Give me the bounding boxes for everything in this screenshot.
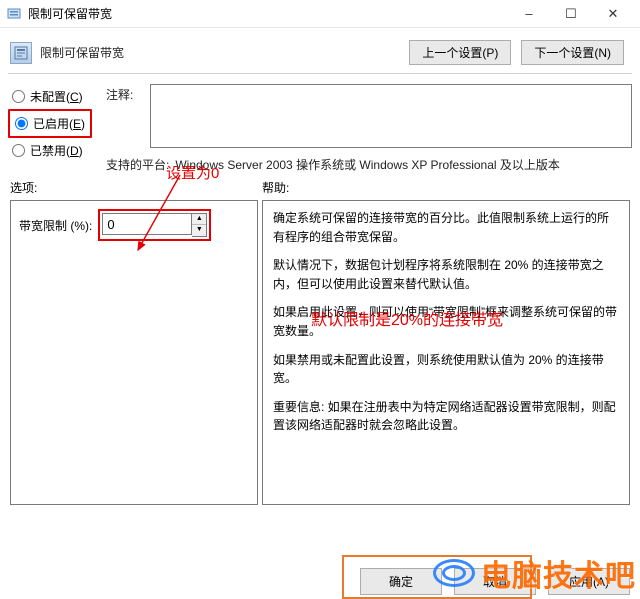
radio-not-configured[interactable]: 未配置(C) — [8, 84, 98, 109]
apply-button[interactable]: 应用(A) — [548, 568, 630, 595]
help-p1: 确定系统可保留的连接带宽的百分比。此值限制系统上运行的所有程序的组合带宽保留。 — [273, 209, 619, 246]
annotation-footer-frame — [342, 555, 532, 599]
help-label: 帮助: — [262, 179, 630, 196]
prev-setting-button[interactable]: 上一个设置(P) — [409, 40, 511, 65]
radio-enabled-input[interactable] — [15, 117, 28, 130]
radio-not-configured-input[interactable] — [12, 90, 25, 103]
help-panel: 确定系统可保留的连接带宽的百分比。此值限制系统上运行的所有程序的组合带宽保留。 … — [262, 200, 630, 505]
radio-enabled[interactable]: 已启用(E) — [13, 113, 87, 134]
bandwidth-limit-input[interactable] — [102, 213, 192, 235]
dialog-header: 限制可保留带宽 上一个设置(P) 下一个设置(N) — [0, 28, 640, 71]
next-setting-button[interactable]: 下一个设置(N) — [521, 40, 624, 65]
bandwidth-limit-highlight: ▲ ▼ — [98, 209, 211, 241]
radio-label: 已启用(E) — [33, 115, 85, 132]
radio-label: 已禁用(D) — [30, 142, 83, 159]
radio-label: 未配置(C) — [30, 88, 83, 105]
annotation-set-to-zero: 设置为0 — [166, 162, 219, 183]
maximize-button[interactable]: ☐ — [550, 1, 592, 27]
help-p5: 重要信息: 如果在注册表中为特定网络适配器设置带宽限制，则配置该网络适配器时就会… — [273, 398, 619, 435]
bandwidth-stepper[interactable]: ▲ ▼ — [192, 213, 207, 237]
help-p4: 如果禁用或未配置此设置，则系统使用默认值为 20% 的连接带宽。 — [273, 351, 619, 388]
separator — [8, 73, 632, 74]
state-radio-group: 未配置(C) 已启用(E) 已禁用(D) — [8, 84, 98, 173]
app-icon — [6, 6, 22, 22]
dialog-title: 限制可保留带宽 — [40, 44, 401, 61]
comment-label: 注释: — [106, 84, 142, 148]
window-title: 限制可保留带宽 — [28, 5, 112, 22]
annotation-default-limit: 默认限制是20%的连接带宽 — [311, 309, 503, 334]
spin-up-icon[interactable]: ▲ — [192, 214, 206, 225]
options-label: 选项: — [10, 179, 262, 196]
close-button[interactable]: ✕ — [592, 1, 634, 27]
options-panel: 带宽限制 (%): ▲ ▼ — [10, 200, 258, 505]
comment-textarea[interactable] — [150, 84, 632, 148]
radio-disabled[interactable]: 已禁用(D) — [8, 138, 98, 163]
bandwidth-limit-label: 带宽限制 (%): — [19, 217, 92, 234]
titlebar: 限制可保留带宽 – ☐ ✕ — [0, 0, 640, 28]
help-p2: 默认情况下，数据包计划程序将系统限制在 20% 的连接带宽之内，但可以使用此设置… — [273, 256, 619, 293]
radio-disabled-input[interactable] — [12, 144, 25, 157]
minimize-button[interactable]: – — [508, 1, 550, 27]
supported-label: 支持的平台: — [106, 156, 169, 173]
policy-icon — [10, 42, 32, 64]
supported-value: Windows Server 2003 操作系统或 Windows XP Pro… — [175, 156, 560, 173]
spin-down-icon[interactable]: ▼ — [192, 225, 206, 236]
